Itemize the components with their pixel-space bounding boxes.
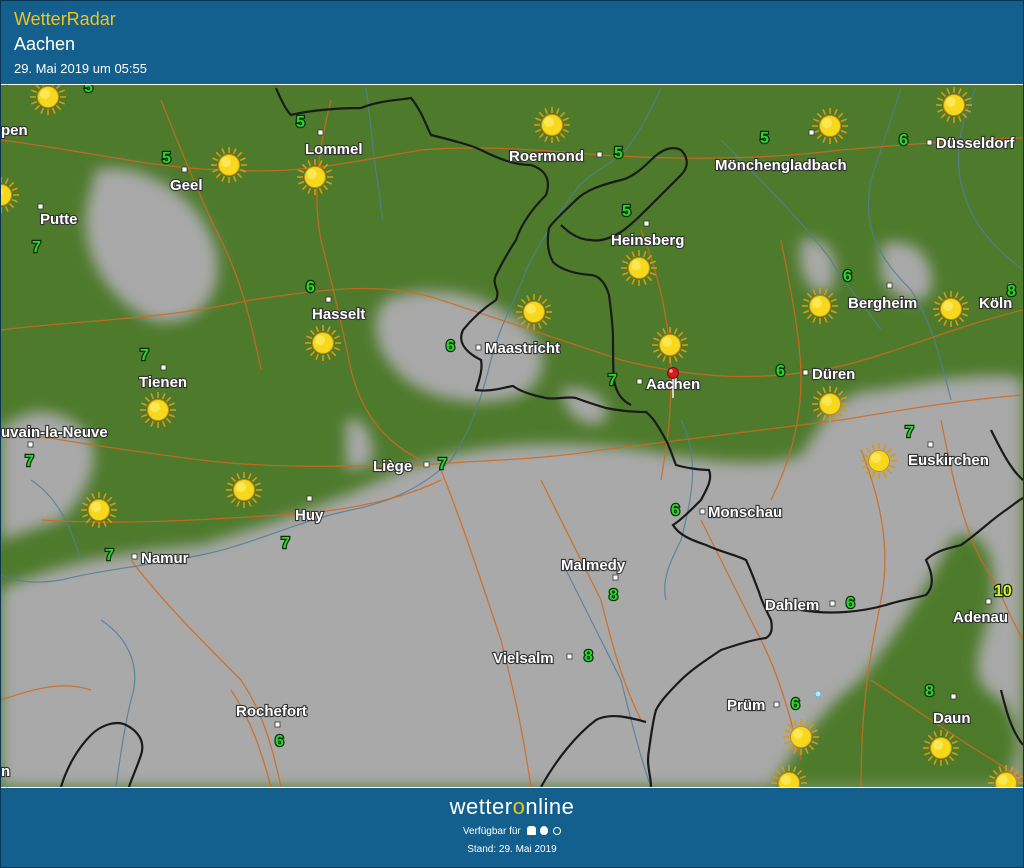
temp-label: 5 xyxy=(296,114,305,131)
sun-icon xyxy=(935,86,973,124)
sun-icon xyxy=(860,442,898,480)
sun-icon xyxy=(932,290,970,328)
city-label-putte: Putte xyxy=(40,211,78,228)
city-label-dueren: Düren xyxy=(812,366,855,383)
temp-label: 8 xyxy=(584,648,593,665)
city-label-euskirchen: Euskirchen xyxy=(908,452,989,469)
sun-icon xyxy=(533,106,571,144)
timestamp: 29. Mai 2019 um 05:55 xyxy=(14,61,147,76)
city-label-lommel: Lommel xyxy=(305,141,363,158)
temp-label: 5 xyxy=(622,203,631,220)
temp-label: 6 xyxy=(306,279,315,296)
sun-icon xyxy=(922,729,960,767)
footer-bar: wetteronline Verfügbar für Stand: 29. Ma… xyxy=(1,788,1023,867)
city-label-roermond: Roermond xyxy=(509,148,584,165)
location-title: Aachen xyxy=(14,34,76,54)
city-label-louvain: uvain-la-Neuve xyxy=(1,424,108,441)
city-label-geel: Geel xyxy=(170,177,203,194)
availability-text: Verfügbar für xyxy=(1,826,1023,837)
city-label-dahlem: Dahlem xyxy=(765,597,819,614)
temp-label: 8 xyxy=(609,587,618,604)
sun-icon xyxy=(811,107,849,145)
temp-label: 6 xyxy=(843,268,852,285)
sun-icon xyxy=(139,391,177,429)
sun-icon xyxy=(515,293,553,331)
city-label-malmedy: Malmedy xyxy=(561,557,626,574)
app-title: WetterRadar xyxy=(14,9,116,29)
sun-icon xyxy=(210,146,248,184)
temp-label: 6 xyxy=(446,338,455,355)
map-canvas[interactable]: Lommel Geel Putte Roermond Mönchengladba… xyxy=(1,85,1023,787)
temp-label: 10 xyxy=(994,583,1012,600)
sun-icon xyxy=(304,324,342,362)
city-label-edge-n: n xyxy=(1,763,10,780)
city-label-duesseldorf: Düsseldorf xyxy=(936,135,1015,152)
city-label-adenau: Adenau xyxy=(953,609,1008,626)
temp-label: 7 xyxy=(32,239,41,256)
city-label-huy: Huy xyxy=(295,507,324,524)
temp-label: 6 xyxy=(791,696,800,713)
city-label-liege: Liège xyxy=(373,458,412,475)
temp-label: 7 xyxy=(105,547,114,564)
sun-icon xyxy=(811,385,849,423)
city-label-heinsberg: Heinsberg xyxy=(611,232,684,249)
city-label-bergheim: Bergheim xyxy=(848,295,917,312)
city-label-monschau: Monschau xyxy=(708,504,782,521)
temp-label: 7 xyxy=(281,535,290,552)
temp-label: 5 xyxy=(162,150,171,167)
temp-label: 7 xyxy=(438,456,447,473)
temp-label: 5 xyxy=(614,145,623,162)
temp-label: 5 xyxy=(84,85,93,96)
apple-icon[interactable] xyxy=(540,826,549,835)
city-label-rochefort: Rochefort xyxy=(236,703,307,720)
sun-icon xyxy=(801,287,839,325)
temp-label: 7 xyxy=(140,347,149,364)
header-bar: WetterRadar Aachen 29. Mai 2019 um 05:55 xyxy=(1,1,1023,84)
temp-label: 8 xyxy=(1007,283,1016,300)
city-label-daun: Daun xyxy=(933,710,971,727)
city-label-edge-pen: pen xyxy=(1,122,28,139)
city-label-moenchengladbach: Mönchengladbach xyxy=(715,157,847,174)
temp-label: 6 xyxy=(671,502,680,519)
temp-label: 6 xyxy=(275,733,284,750)
temp-label: 7 xyxy=(608,372,617,389)
sun-icon xyxy=(782,718,820,756)
city-label-maastricht: Maastricht xyxy=(485,340,560,357)
radar-map[interactable]: Lommel Geel Putte Roermond Mönchengladba… xyxy=(1,85,1023,787)
brand-logo[interactable]: wetteronline xyxy=(1,794,1023,820)
temp-label: 8 xyxy=(925,683,934,700)
temp-label: 7 xyxy=(905,424,914,441)
sun-icon xyxy=(651,326,689,364)
temp-label: 7 xyxy=(25,453,34,470)
data-timestamp: Stand: 29. Mai 2019 xyxy=(467,844,557,855)
temp-label: 5 xyxy=(760,130,769,147)
temp-label: 6 xyxy=(776,363,785,380)
android-icon[interactable] xyxy=(526,826,536,835)
rain-dot xyxy=(814,690,822,698)
city-label-tienen: Tienen xyxy=(139,374,187,391)
sun-icon xyxy=(80,491,118,529)
city-label-namur: Namur xyxy=(141,550,189,567)
sun-icon xyxy=(620,249,658,287)
web-icon[interactable] xyxy=(553,827,562,835)
temp-label: 6 xyxy=(846,595,855,612)
sun-icon xyxy=(225,471,263,509)
city-label-vielsalm: Vielsalm xyxy=(493,650,554,667)
city-label-pruem: Prüm xyxy=(727,697,765,714)
city-label-hasselt: Hasselt xyxy=(312,306,365,323)
temp-label: 6 xyxy=(899,132,908,149)
sun-icon xyxy=(296,158,334,196)
